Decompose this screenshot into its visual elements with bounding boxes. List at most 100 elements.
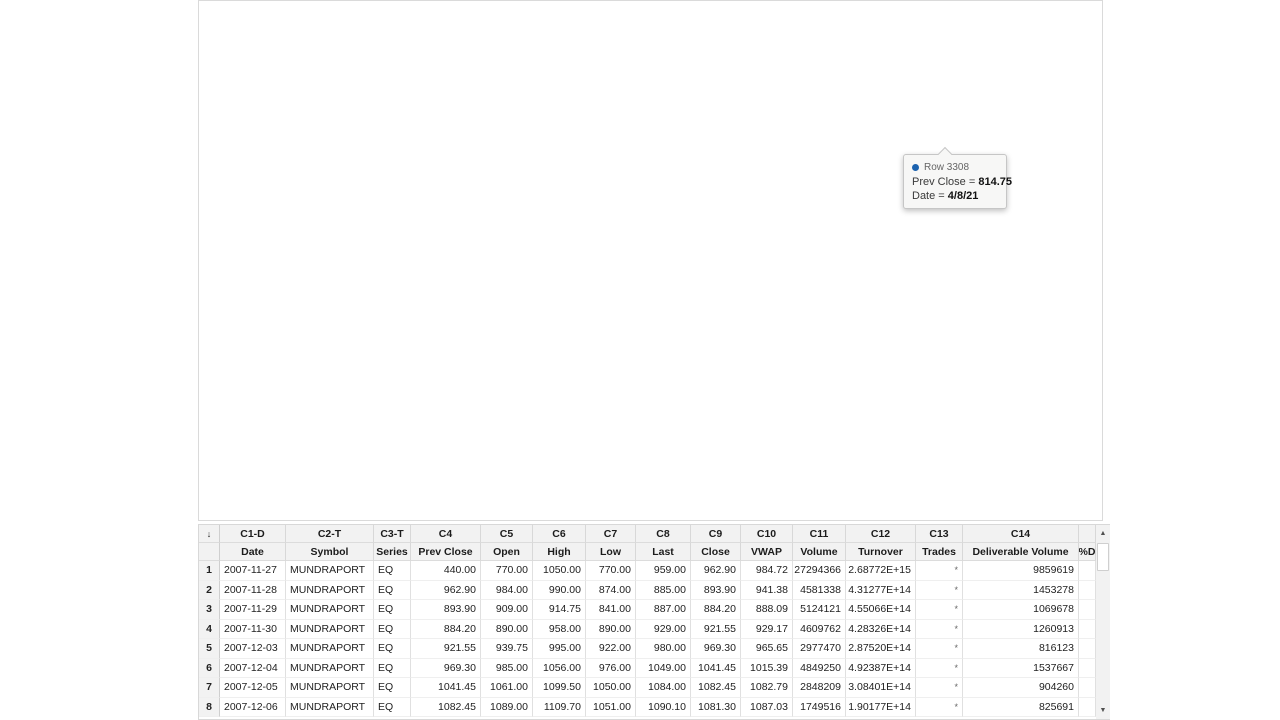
x-variables-box[interactable]: Prev Close✕ xyxy=(412,215,680,313)
column-item-vwap[interactable]: C10VWAP xyxy=(199,274,403,302)
column-item-close[interactable]: C9Close xyxy=(199,246,403,274)
x-tick-mark xyxy=(789,379,790,383)
scroll-up-icon[interactable]: ▲ xyxy=(1096,526,1110,541)
chevron-down-icon: ▼ xyxy=(670,57,678,66)
gallery-tile-label: Scatterplot xyxy=(970,61,1020,74)
table-row[interactable]: 22007-11-28MUNDRAPORTEQ962.90984.00990.0… xyxy=(199,581,1096,601)
group-variable-box[interactable] xyxy=(412,422,680,458)
y-variables-box[interactable]: Date✕ xyxy=(412,92,680,192)
y-tick-label: 6/18/20 xyxy=(726,143,778,154)
window-title: Graph Builder xyxy=(204,4,272,16)
table-row[interactable]: 42007-11-30MUNDRAPORTEQ884.20890.00958.0… xyxy=(199,620,1096,640)
y-variables-label: Y variables xyxy=(414,78,468,90)
layout-select[interactable]: Separate graphs for each XY pair ▼ xyxy=(412,374,680,400)
restore-icon[interactable] xyxy=(1027,0,1061,21)
pie-chart-icon xyxy=(910,31,930,58)
table-header-ids[interactable]: ↓C1-DC2-TC3-TC4C5C6C7C8C9C10C11C12C13C14 xyxy=(199,525,1096,543)
gallery-tile-label: Gallery xyxy=(712,61,745,74)
bar-chart-icon xyxy=(836,31,858,58)
table-row[interactable]: 12007-11-27MUNDRAPORTEQ440.00770.001050.… xyxy=(199,561,1096,581)
footer-bar: Help Reset Create Cancel xyxy=(199,470,1102,520)
table-vertical-scrollbar[interactable]: ▲ ▼ xyxy=(1096,525,1110,719)
column-item-date[interactable]: C1Date xyxy=(199,22,403,50)
column-item-open[interactable]: C5Open xyxy=(199,134,403,162)
gallery-tile-o-chart[interactable]: o Chart xyxy=(766,22,812,88)
chart-area: Date Prev Close Row 3308 Prev Close = 81… xyxy=(690,93,1103,470)
column-item-series[interactable]: C3Series xyxy=(199,78,403,106)
y-tick-mark xyxy=(780,290,785,291)
h-gridline xyxy=(785,338,1073,339)
y-tick-mark xyxy=(780,149,785,150)
column-item-deliverable-volume[interactable]: C14Deliverable Volume xyxy=(199,386,403,414)
x-tick-mark xyxy=(988,379,989,383)
data-table: ↓C1-DC2-TC3-TC4C5C6C7C8C9C10C11C12C13C14… xyxy=(198,524,1110,720)
variable-chip-prev-close[interactable]: Prev Close✕ xyxy=(421,224,508,248)
scroll-down-icon[interactable]: ▼ xyxy=(1096,703,1110,718)
scatterplot-panel-icon xyxy=(414,32,432,55)
create-button[interactable]: Create xyxy=(918,484,1000,511)
variable-chip-date[interactable]: Date✕ xyxy=(421,101,478,125)
scatterplot-icon xyxy=(985,31,1007,58)
pareto-chart-icon xyxy=(779,31,799,58)
y-tick-label: 12/27/14 xyxy=(726,239,778,250)
h-gridline xyxy=(785,290,1073,291)
remove-chip-icon[interactable]: ✕ xyxy=(492,231,500,242)
column-item-prev-close[interactable]: C4Prev Close xyxy=(199,106,403,134)
reset-button[interactable]: Reset xyxy=(313,484,384,511)
columns-panel: C1DateC2SymbolC3SeriesC4Prev CloseC5Open… xyxy=(199,22,403,470)
gallery-tile-label: Bar Chart xyxy=(825,61,870,74)
column-item-last[interactable]: C8Last xyxy=(199,218,403,246)
h-gridline xyxy=(785,149,1073,150)
layout-grouping-section[interactable]: ▲ Layout and Grouping xyxy=(404,326,687,352)
y-tick-label: 4/1/12 xyxy=(726,284,778,295)
column-item--deliverble[interactable]: C15%Deliverble xyxy=(199,414,403,442)
table-header-names[interactable]: DateSymbolSeriesPrev CloseOpenHighLowLas… xyxy=(199,543,1096,561)
x-tick-label: 500 xyxy=(865,388,915,399)
x-tick-mark xyxy=(890,379,891,383)
chart-type-gallery: Gallery o Chart Bar Chart Pie Chart Scatterp… xyxy=(690,22,1103,93)
column-item-turnover[interactable]: C12Turnover xyxy=(199,330,403,358)
minimize-icon[interactable]: — xyxy=(985,0,1019,21)
gallery-tile-gallery[interactable]: Gallery xyxy=(694,22,764,88)
table-row[interactable]: 72007-12-05MUNDRAPORTEQ1041.451061.00109… xyxy=(199,678,1096,698)
series-dot-icon xyxy=(912,164,919,171)
column-item-trades[interactable]: C13Trades xyxy=(199,358,403,386)
gallery-tile-label: Pie Chart xyxy=(898,61,942,74)
table-row[interactable]: 52007-12-03MUNDRAPORTEQ921.55939.75995.0… xyxy=(199,639,1096,659)
collapse-triangle-icon: ▲ xyxy=(414,335,422,344)
table-row[interactable]: 62007-12-04MUNDRAPORTEQ969.30985.001056.… xyxy=(199,659,1096,679)
builder-panel: Scatterplot Each Y versus each X▼ Y vari… xyxy=(403,22,690,470)
x-axis-title: Prev Close xyxy=(850,409,970,423)
titlebar[interactable]: Graph Builder — ✕ xyxy=(198,0,1103,22)
h-gridline xyxy=(785,245,1073,246)
sort-arrow-icon: ↓ xyxy=(199,525,220,543)
layout-label: Layout xyxy=(414,360,447,372)
column-item-symbol[interactable]: C2Symbol xyxy=(199,50,403,78)
table-row[interactable]: 82007-12-06MUNDRAPORTEQ1082.451089.00110… xyxy=(199,698,1096,718)
close-icon[interactable]: ✕ xyxy=(1069,0,1103,21)
v-gridline xyxy=(890,122,891,379)
remove-chip-icon[interactable]: ✕ xyxy=(461,108,469,119)
gallery-tile-scatterplot[interactable]: Scatterplot xyxy=(960,22,1031,88)
column-item-low[interactable]: C7Low xyxy=(199,190,403,218)
y-tick-mark xyxy=(780,245,785,246)
builder-title: Scatterplot xyxy=(439,35,517,52)
gallery-grid-icon xyxy=(718,31,740,58)
gallery-tile-label: Binned Scatterplot xyxy=(1033,61,1103,86)
y-tick-label: 7/6/09 xyxy=(726,332,778,343)
cancel-button[interactable]: Cancel xyxy=(1014,484,1080,511)
column-item-high[interactable]: C6High xyxy=(199,162,403,190)
highlighted-point[interactable] xyxy=(941,125,959,143)
table-row[interactable]: 32007-11-29MUNDRAPORTEQ893.90909.00914.7… xyxy=(199,600,1096,620)
gallery-tile-binned-scatterplot[interactable]: Binned Scatterplot xyxy=(1033,22,1103,88)
column-item-volume[interactable]: C11Volume xyxy=(199,302,403,330)
mode-dropdown[interactable]: Each Y versus each X▼ xyxy=(559,55,678,67)
gallery-tile-bar-chart[interactable]: Bar Chart xyxy=(812,22,882,88)
help-button[interactable]: Help xyxy=(213,484,295,511)
x-tick-label: 1,000 xyxy=(963,388,1013,399)
gallery-tile-pie-chart[interactable]: Pie Chart xyxy=(884,22,956,88)
chevron-down-icon: ▼ xyxy=(662,382,671,392)
scrollbar-thumb[interactable] xyxy=(1097,543,1109,571)
y-tick-mark xyxy=(780,338,785,339)
x-variables-label: X variables xyxy=(414,201,468,213)
